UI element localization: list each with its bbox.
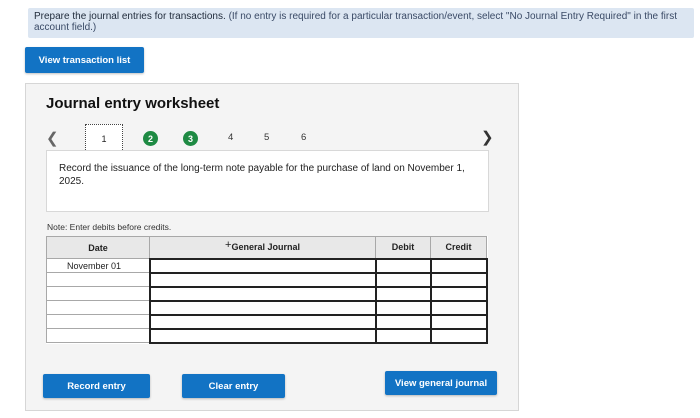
table-row [46,327,488,344]
table-row: November 01 [46,257,488,274]
journal-table: Date +General Journal Debit Credit Novem… [46,236,488,344]
credit-field[interactable] [429,299,488,316]
debit-field[interactable] [374,299,432,316]
account-field[interactable] [148,327,377,344]
credit-field[interactable] [429,327,488,344]
pager-item-2[interactable]: 2 [143,131,158,146]
account-field[interactable] [148,285,377,302]
account-field[interactable] [148,271,377,288]
general-journal-header: +General Journal [149,236,376,259]
date-cell[interactable] [46,272,150,287]
record-entry-button[interactable]: Record entry [43,374,150,398]
date-cell[interactable] [46,328,150,343]
table-row [46,285,488,302]
debit-field[interactable] [374,271,432,288]
chevron-left-icon[interactable]: ❮ [46,129,59,147]
journal-entry-worksheet: Journal entry worksheet ❮ 1 2 3 4 5 6 ❯ … [25,83,519,411]
date-cell[interactable] [46,286,150,301]
pager-item-5[interactable]: 5 [264,132,269,143]
entry-note: Note: Enter debits before credits. [47,222,172,232]
table-row [46,299,488,316]
worksheet-title: Journal entry worksheet [46,95,220,112]
date-cell[interactable] [46,300,150,315]
account-field[interactable] [148,313,377,330]
account-field[interactable] [148,299,377,316]
instructions-text: Prepare the journal entries for transact… [34,11,226,22]
debit-field[interactable] [374,327,432,344]
pager-item-4[interactable]: 4 [228,132,233,143]
pager-item-3[interactable]: 3 [183,131,198,146]
credit-field[interactable] [429,257,488,274]
transaction-prompt: Record the issuance of the long-term not… [46,150,489,212]
credit-field[interactable] [429,271,488,288]
account-field[interactable] [148,257,377,274]
debit-header: Debit [375,236,431,259]
table-row [46,271,488,288]
credit-field[interactable] [429,313,488,330]
pager-item-6[interactable]: 6 [301,132,306,143]
table-row [46,313,488,330]
view-transaction-list-button[interactable]: View transaction list [25,47,144,73]
debit-field[interactable] [374,285,432,302]
debit-field[interactable] [374,313,432,330]
debit-field[interactable] [374,257,432,274]
instructions-banner: Prepare the journal entries for transact… [28,8,694,38]
credit-header: Credit [430,236,487,259]
view-general-journal-button[interactable]: View general journal [385,371,497,395]
credit-field[interactable] [429,285,488,302]
date-cell[interactable]: November 01 [46,258,150,273]
date-cell[interactable] [46,314,150,329]
date-header: Date [46,236,150,259]
general-journal-header-label: General Journal [231,242,300,253]
clear-entry-button[interactable]: Clear entry [182,374,285,398]
cursor-crosshair-icon: + [225,239,232,252]
chevron-right-icon[interactable]: ❯ [481,128,494,146]
